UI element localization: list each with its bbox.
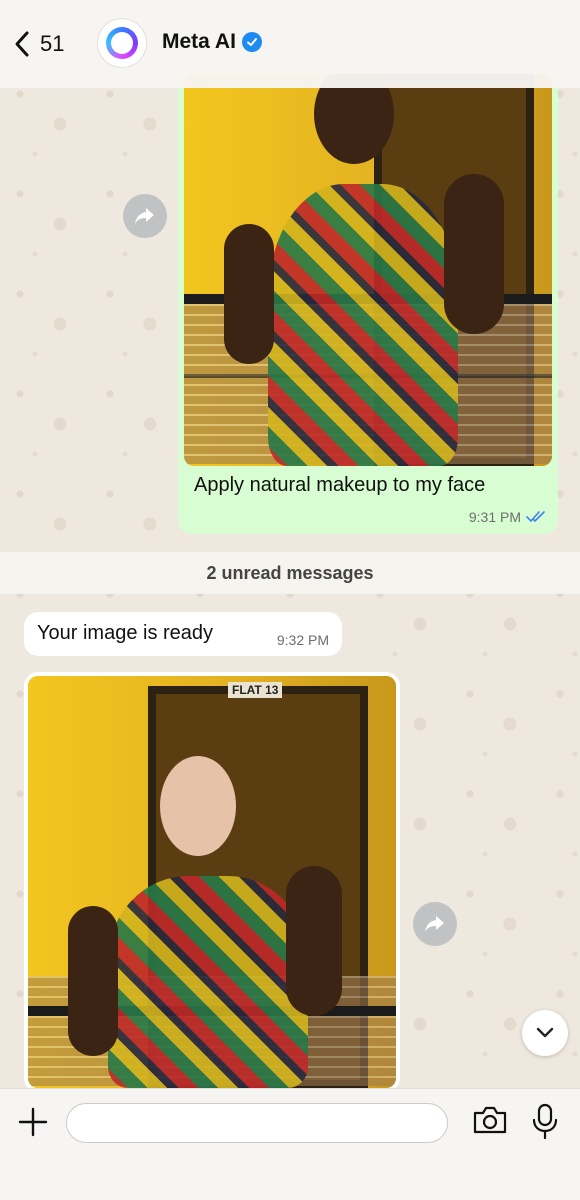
chevron-left-icon — [15, 31, 29, 57]
message-input[interactable] — [66, 1103, 448, 1143]
verified-badge-icon — [241, 32, 262, 52]
voice-message-button[interactable] — [530, 1103, 560, 1141]
outgoing-time: 9:31 PM — [468, 509, 521, 525]
double-check-read-icon — [526, 511, 545, 523]
forward-button[interactable] — [123, 194, 167, 238]
sent-photo[interactable] — [184, 74, 552, 466]
contact-name-label: Meta AI — [162, 30, 236, 53]
chat-header: 51 Meta AI — [0, 0, 580, 88]
back-button[interactable]: 51 — [14, 28, 64, 60]
unread-separator-label: 2 unread messages — [206, 562, 374, 583]
camera-icon — [473, 1106, 507, 1134]
outgoing-caption: Apply natural makeup to my face — [194, 474, 486, 496]
incoming-text: Your image is ready — [37, 622, 214, 644]
outgoing-meta: 9:31 PM — [469, 509, 546, 525]
camera-button[interactable] — [472, 1105, 508, 1139]
scroll-to-bottom-button[interactable] — [522, 1010, 568, 1056]
unread-separator: 2 unread messages — [0, 552, 580, 594]
message-composer — [0, 1088, 580, 1200]
incoming-image-message[interactable]: FLAT 13 — [24, 672, 400, 1092]
plus-icon — [18, 1107, 48, 1137]
attach-button[interactable] — [16, 1105, 50, 1139]
forward-arrow-icon — [425, 916, 444, 932]
outgoing-image-message[interactable]: Apply natural makeup to my face 9:31 PM — [178, 62, 558, 534]
contact-name[interactable]: Meta AI — [162, 30, 262, 54]
microphone-icon — [532, 1103, 558, 1140]
incoming-text-message[interactable]: Your image is ready 9:32 PM — [24, 612, 342, 656]
received-photo[interactable]: FLAT 13 — [28, 676, 396, 1088]
forward-button[interactable] — [413, 902, 457, 946]
meta-ai-ring-icon — [106, 27, 138, 59]
forward-arrow-icon — [135, 208, 154, 224]
avatar[interactable] — [98, 19, 146, 67]
flat-sign: FLAT 13 — [228, 682, 283, 698]
chevron-down-icon — [536, 1027, 554, 1038]
incoming-time: 9:32 PM — [276, 632, 329, 648]
unread-chats-count: 51 — [40, 31, 65, 56]
